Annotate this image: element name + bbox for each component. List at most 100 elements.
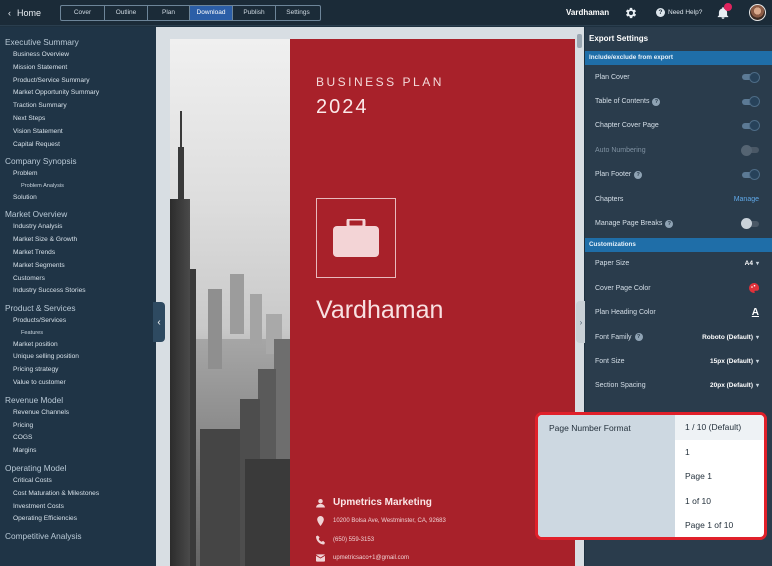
info-icon[interactable]: ? xyxy=(665,219,674,228)
sidebar-section-title[interactable]: Operating Model xyxy=(0,462,156,475)
sidebar-item[interactable]: Industry Success Stories xyxy=(0,285,156,298)
help-button[interactable]: ? Need Help? xyxy=(656,8,702,17)
font-family-row: Font Family? Roboto (Default) ▾ xyxy=(585,325,772,349)
format-option[interactable]: Page 1 of 10 xyxy=(675,513,764,537)
sidebar-item[interactable]: Market Segments xyxy=(0,260,156,273)
sidebar-item[interactable]: Cost Maturation & Milestones xyxy=(0,488,156,501)
page-breaks-label: Manage Page Breaks xyxy=(595,220,663,228)
sidebar-section-title[interactable]: Product & Services xyxy=(0,302,156,315)
chapters-row: Chapters Manage xyxy=(585,187,772,211)
plan-footer-toggle[interactable] xyxy=(742,169,760,181)
address-row: 10200 Bolsa Ave, Westminster, CA, 92683 xyxy=(316,516,446,526)
toggle-knob xyxy=(741,218,752,230)
chevron-right-icon: › xyxy=(579,317,583,327)
sidebar-item[interactable]: Unique selling position xyxy=(0,351,156,364)
sidebar-item[interactable]: COGS xyxy=(0,432,156,445)
preview-scrollbar[interactable] xyxy=(577,34,582,48)
palette-icon[interactable] xyxy=(749,283,759,294)
gear-icon[interactable] xyxy=(624,6,638,20)
sidebar-item[interactable]: Margins xyxy=(0,445,156,458)
chapter-cover-row: Chapter Cover Page xyxy=(585,114,772,138)
cover-color-label: Cover Page Color xyxy=(595,284,651,292)
sidebar-section-title[interactable]: Competitive Analysis xyxy=(0,530,156,543)
tab-plan[interactable]: Plan xyxy=(148,5,190,20)
sidebar-item[interactable]: Mission Statement xyxy=(0,62,156,75)
sidebar-item[interactable]: Solution xyxy=(0,192,156,205)
sidebar-item[interactable]: Operating Efficiencies xyxy=(0,513,156,526)
sidebar-item[interactable]: Revenue Channels xyxy=(0,407,156,420)
sidebar-item[interactable]: Market position xyxy=(0,339,156,352)
sidebar-item[interactable]: Market Opportunity Summary xyxy=(0,87,156,100)
sidebar-item[interactable]: Problem xyxy=(0,168,156,181)
home-button[interactable]: ‹ Home xyxy=(8,8,60,18)
section-spacing-value: 20px (Default) xyxy=(710,382,753,390)
section-spacing-select[interactable]: 20px (Default) ▾ xyxy=(710,382,759,389)
sidebar-item[interactable]: Market Size & Growth xyxy=(0,234,156,247)
tab-download[interactable]: Download xyxy=(190,5,233,20)
tab-cover[interactable]: Cover xyxy=(61,5,105,20)
page-breaks-row: Manage Page Breaks? xyxy=(585,211,772,235)
sidebar-section-title[interactable]: Revenue Model xyxy=(0,394,156,407)
avatar[interactable] xyxy=(749,4,766,21)
font-size-row: Font Size 15px (Default) ▾ xyxy=(585,349,772,373)
chapter-cover-toggle[interactable] xyxy=(742,120,760,132)
sidebar-item[interactable]: Products/Services xyxy=(0,315,156,328)
format-option[interactable]: 1 of 10 xyxy=(675,489,764,514)
info-icon[interactable]: ? xyxy=(652,97,661,106)
cover-preview: BUSINESS PLAN 2024 Vardhaman Upmetrics M… xyxy=(156,27,584,566)
outline-sidebar: Executive Summary Business Overview Miss… xyxy=(0,27,156,566)
logo-placeholder[interactable] xyxy=(316,198,396,278)
sidebar-item[interactable]: Value to customer xyxy=(0,377,156,390)
sidebar-subitem[interactable]: Features xyxy=(0,328,156,339)
sidebar-item[interactable]: Capital Request xyxy=(0,139,156,152)
sidebar-item[interactable]: Vision Statement xyxy=(0,126,156,139)
manage-chapters-link[interactable]: Manage xyxy=(734,196,759,203)
chevron-down-icon: ▾ xyxy=(755,261,759,268)
info-icon[interactable]: ? xyxy=(634,333,643,342)
tab-outline[interactable]: Outline xyxy=(105,5,148,20)
cover-heading: BUSINESS PLAN xyxy=(316,75,444,89)
paper-size-select[interactable]: A4 ▾ xyxy=(745,260,759,267)
font-family-select[interactable]: Roboto (Default) ▾ xyxy=(702,334,759,341)
sidebar-item[interactable]: Traction Summary xyxy=(0,100,156,113)
sidebar-item[interactable]: Market Trends xyxy=(0,247,156,260)
tab-publish[interactable]: Publish xyxy=(233,5,276,20)
sidebar-section-title[interactable]: Company Synopsis xyxy=(0,155,156,168)
sidebar-item[interactable]: Pricing strategy xyxy=(0,364,156,377)
panel-title: Export Settings xyxy=(589,34,649,43)
cover-company-name: Vardhaman xyxy=(316,296,444,324)
email-row: upmetricsaco+1@gmail.com xyxy=(316,554,409,562)
sidebar-item[interactable]: Next Steps xyxy=(0,113,156,126)
sidebar-item[interactable]: Customers xyxy=(0,273,156,286)
auto-numbering-toggle[interactable] xyxy=(741,144,759,156)
toc-toggle[interactable] xyxy=(742,96,760,108)
font-color-icon[interactable]: A xyxy=(752,307,759,318)
plan-footer-row: Plan Footer? xyxy=(585,163,772,187)
cover-year: 2024 xyxy=(316,96,369,118)
info-icon[interactable]: ? xyxy=(634,170,643,179)
tab-settings[interactable]: Settings xyxy=(276,6,320,20)
help-label: Need Help? xyxy=(668,9,703,16)
sidebar-item[interactable]: Product/Service Summary xyxy=(0,75,156,88)
sidebar-section-title[interactable]: Executive Summary xyxy=(0,36,156,49)
sidebar-item[interactable]: Investment Costs xyxy=(0,501,156,514)
chevron-down-icon: ▾ xyxy=(755,334,759,341)
sidebar-item[interactable]: Critical Costs xyxy=(0,475,156,488)
sidebar-item[interactable]: Business Overview xyxy=(0,49,156,62)
plan-cover-toggle[interactable] xyxy=(742,71,760,83)
sidebar-item[interactable]: Pricing xyxy=(0,420,156,433)
font-family-value: Roboto (Default) xyxy=(702,333,753,341)
font-size-select[interactable]: 15px (Default) ▾ xyxy=(710,358,759,365)
sidebar-section-title[interactable]: Market Overview xyxy=(0,208,156,221)
plan-footer-label: Plan Footer xyxy=(595,171,632,179)
sidebar-item[interactable]: Industry Analysis xyxy=(0,221,156,234)
phone: (650) 559-3153 xyxy=(333,537,375,543)
format-option[interactable]: 1 / 10 (Default) xyxy=(675,415,764,440)
collapse-sidebar-button[interactable]: ‹ xyxy=(153,302,165,342)
page-breaks-toggle[interactable] xyxy=(741,218,759,230)
skyline-image xyxy=(170,111,290,566)
format-option[interactable]: Page 1 xyxy=(675,464,764,489)
include-band: Include/exclude from export xyxy=(585,51,772,65)
format-option[interactable]: 1 xyxy=(675,440,764,465)
sidebar-subitem[interactable]: Problem Analysis xyxy=(0,181,156,192)
